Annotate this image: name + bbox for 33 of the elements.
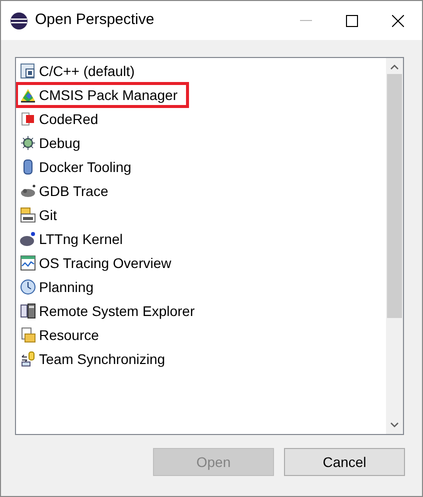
perspective-item[interactable]: Git xyxy=(16,203,386,227)
perspective-item[interactable]: Debug xyxy=(16,131,386,155)
dialog-button[interactable]: Cancel xyxy=(284,448,405,476)
folder-icon xyxy=(20,327,36,343)
sync-icon xyxy=(20,351,36,367)
perspective-item[interactable]: Team Synchronizing xyxy=(16,347,386,371)
perspective-item[interactable]: OS Tracing Overview xyxy=(16,251,386,275)
folder-icon xyxy=(20,207,36,223)
app-logo-icon xyxy=(10,12,28,30)
perspective-item[interactable]: GDB Trace xyxy=(16,179,386,203)
perspective-item[interactable]: CMSIS Pack Manager xyxy=(16,83,188,107)
bug-icon xyxy=(20,135,36,151)
scroll-down-icon[interactable] xyxy=(390,422,399,428)
perspective-item[interactable]: Planning xyxy=(16,275,386,299)
chart-window-icon xyxy=(20,255,36,271)
server-icon xyxy=(20,303,36,319)
window-title: Open Perspective xyxy=(35,10,154,30)
perspective-item[interactable]: Remote System Explorer xyxy=(16,299,386,323)
perspective-item[interactable]: Resource xyxy=(16,323,386,347)
squares-icon xyxy=(20,111,36,127)
scrollbar-thumb[interactable] xyxy=(387,74,402,318)
perspective-item[interactable]: C/C++ (default) xyxy=(16,59,386,83)
scroll-up-icon[interactable] xyxy=(390,64,399,70)
diamond-icon xyxy=(20,87,36,103)
minimize-icon xyxy=(300,20,312,22)
perspective-item[interactable]: Docker Tooling xyxy=(16,155,386,179)
maximize-icon xyxy=(346,14,358,26)
scrollbar[interactable] xyxy=(386,58,403,434)
close-icon xyxy=(392,14,404,26)
clock-icon xyxy=(20,279,36,295)
perspective-item[interactable]: LTTng Kernel xyxy=(16,227,386,251)
window-icon xyxy=(20,63,36,79)
perspective-item[interactable]: CodeRed xyxy=(16,107,386,131)
